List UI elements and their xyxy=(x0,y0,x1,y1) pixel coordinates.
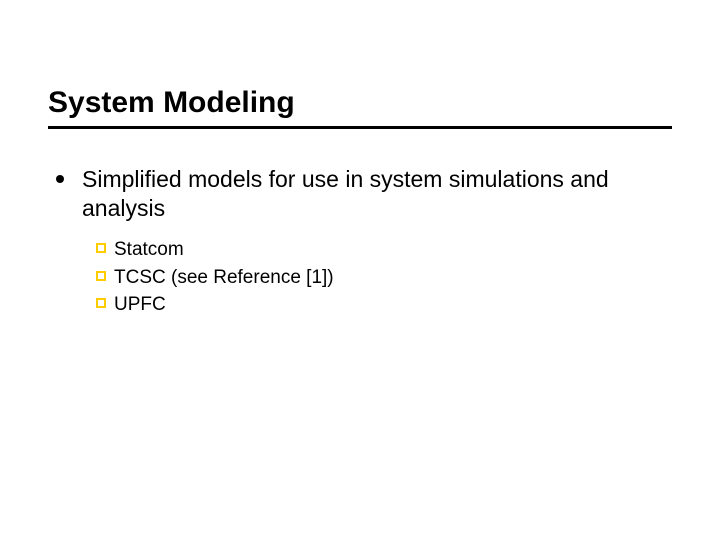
bullet-text: Simplified models for use in system simu… xyxy=(82,165,642,224)
sub-bullet-list: Statcom TCSC (see Reference [1]) UPFC xyxy=(56,238,672,317)
slide-body: Simplified models for use in system simu… xyxy=(48,165,672,317)
slide: System Modeling Simplified models for us… xyxy=(0,0,720,540)
title-divider xyxy=(48,126,672,129)
sub-bullet-item: UPFC xyxy=(96,293,672,317)
hollow-square-icon xyxy=(96,243,106,253)
sub-bullet-item: TCSC (see Reference [1]) xyxy=(96,266,672,290)
bullet-level1: Simplified models for use in system simu… xyxy=(56,165,672,224)
hollow-square-icon xyxy=(96,271,106,281)
sub-bullet-text: Statcom xyxy=(114,238,184,262)
sub-bullet-text: UPFC xyxy=(114,293,166,317)
sub-bullet-text: TCSC (see Reference [1]) xyxy=(114,266,334,290)
hollow-square-icon xyxy=(96,298,106,308)
slide-title: System Modeling xyxy=(48,86,672,120)
bullet-dot-icon xyxy=(56,175,64,183)
sub-bullet-item: Statcom xyxy=(96,238,672,262)
